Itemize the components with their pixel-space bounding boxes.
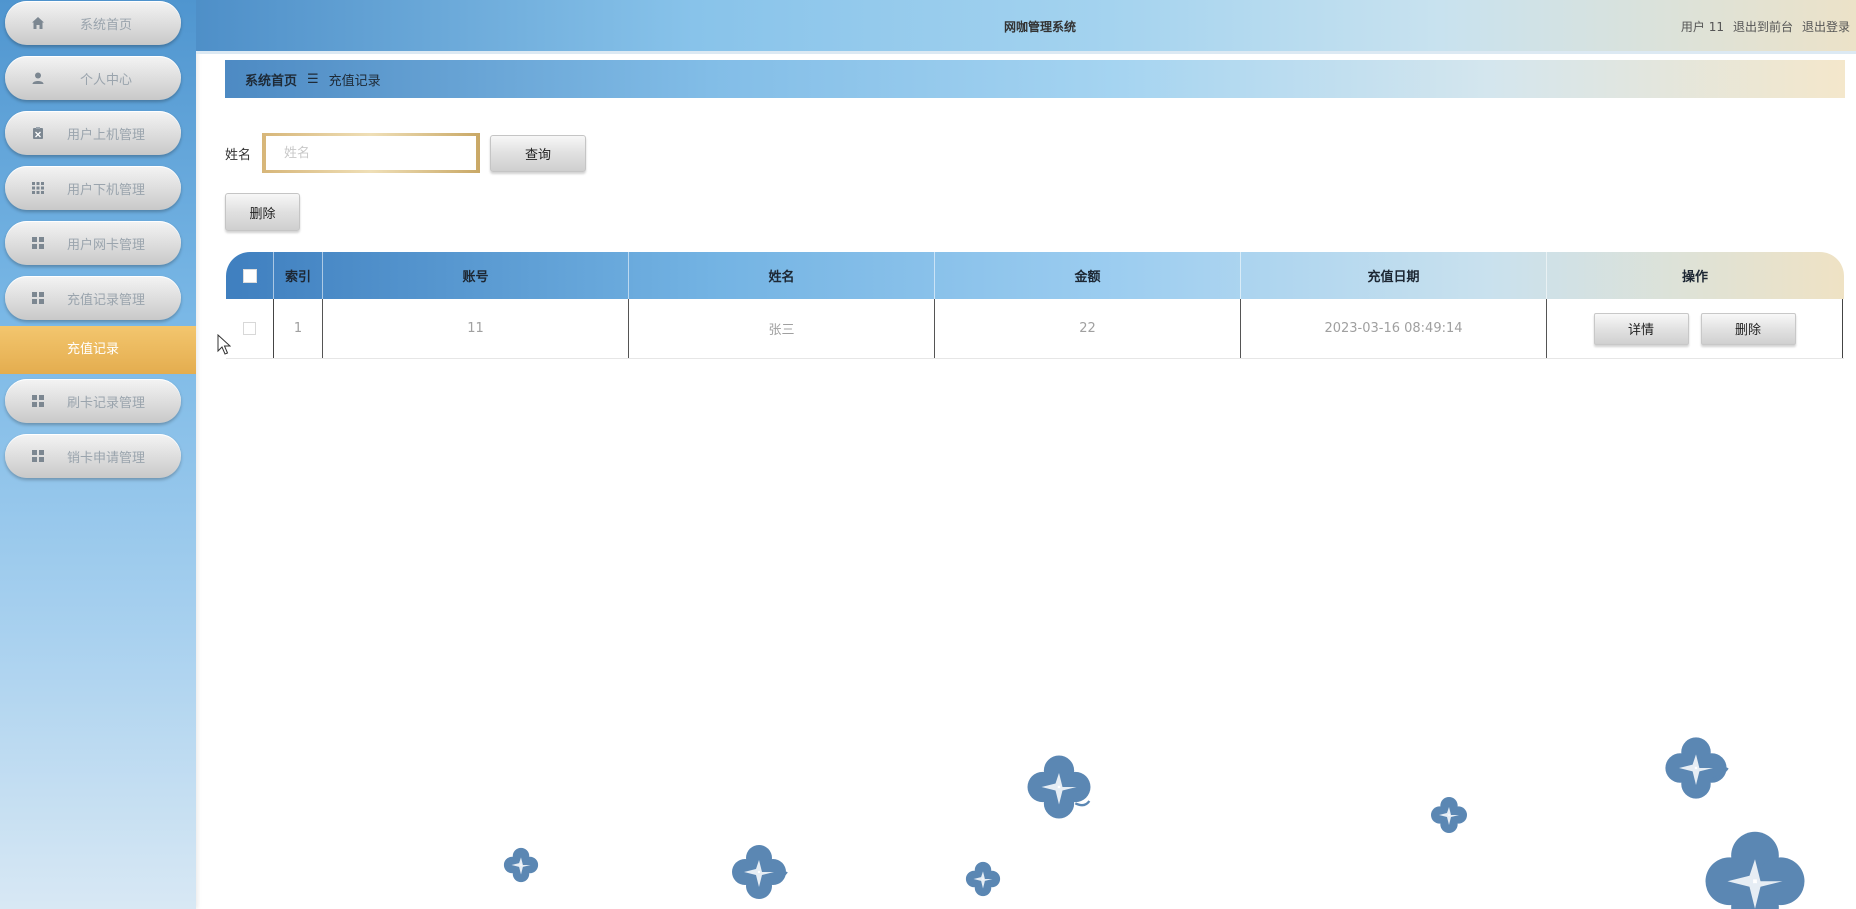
sidebar-item-label: 用户下机管理 bbox=[66, 182, 145, 198]
clover-decoration-icon bbox=[1027, 755, 1091, 819]
grid-icon bbox=[27, 177, 49, 199]
sidebar: 系统首页 个人中心 用户上机管理 用户下机管理 用户网卡管理 充值记录管理 充值… bbox=[0, 0, 196, 909]
apps-icon bbox=[27, 390, 49, 412]
apps-icon bbox=[27, 287, 49, 309]
select-all-cell bbox=[226, 252, 274, 299]
cell-amount: 22 bbox=[935, 299, 1241, 358]
clover-decoration-icon bbox=[1665, 737, 1729, 799]
clover-decoration-icon bbox=[965, 861, 1001, 897]
row-delete-button[interactable]: 删除 bbox=[1700, 312, 1796, 345]
logout-link[interactable]: 退出登录 bbox=[1802, 18, 1850, 35]
sidebar-item-home[interactable]: 系统首页 bbox=[5, 1, 181, 45]
breadcrumb: 系统首页 ☰ 充值记录 bbox=[225, 60, 1845, 98]
sidebar-item-label: 销卡申请管理 bbox=[66, 450, 145, 466]
table-header: 索引 账号 姓名 金额 充值日期 操作 bbox=[226, 252, 1844, 299]
column-header-date: 充值日期 bbox=[1241, 252, 1547, 299]
sidebar-item-login-mgmt[interactable]: 用户上机管理 bbox=[5, 111, 181, 155]
sidebar-item-label: 充值记录管理 bbox=[66, 292, 145, 308]
sidebar-item-cancel-card-mgmt[interactable]: 销卡申请管理 bbox=[5, 434, 181, 478]
clover-decoration-icon bbox=[503, 847, 539, 883]
table-row: 1 11 张三 22 2023-03-16 08:49:14 详情 删除 bbox=[226, 299, 1844, 359]
row-select-cell bbox=[226, 299, 274, 358]
back-to-front-link[interactable]: 退出到前台 bbox=[1733, 18, 1793, 35]
top-header: 网咖管理系统 用户 11 退出到前台 退出登录 bbox=[196, 0, 1856, 54]
sidebar-item-recharge-mgmt[interactable]: 充值记录管理 bbox=[5, 276, 181, 320]
sidebar-item-label: 用户上机管理 bbox=[66, 127, 145, 143]
breadcrumb-current: 充值记录 bbox=[328, 73, 381, 89]
batch-delete-button[interactable]: 删除 bbox=[225, 193, 300, 231]
column-header-amount: 金额 bbox=[935, 252, 1241, 299]
records-table: 索引 账号 姓名 金额 充值日期 操作 1 11 张三 22 2023-03-1… bbox=[226, 252, 1844, 359]
apps-icon bbox=[27, 445, 49, 467]
sidebar-item-label: 个人中心 bbox=[79, 72, 132, 88]
sidebar-item-profile[interactable]: 个人中心 bbox=[5, 56, 181, 100]
select-all-checkbox[interactable] bbox=[242, 268, 257, 283]
user-icon bbox=[27, 67, 49, 89]
column-header-account: 账号 bbox=[323, 252, 629, 299]
clover-decoration-icon bbox=[732, 845, 788, 899]
column-header-index: 索引 bbox=[274, 252, 323, 299]
top-links: 用户 11 退出到前台 退出登录 bbox=[1681, 18, 1850, 35]
clipboard-icon bbox=[27, 122, 49, 144]
breadcrumb-home[interactable]: 系统首页 bbox=[245, 70, 297, 89]
breadcrumb-separator: ☰ bbox=[307, 71, 319, 87]
query-button[interactable]: 查询 bbox=[490, 135, 586, 172]
clover-decoration-icon bbox=[1431, 797, 1467, 833]
sidebar-item-label: 系统首页 bbox=[79, 17, 132, 33]
sidebar-item-swipe-mgmt[interactable]: 刷卡记录管理 bbox=[5, 379, 181, 423]
sidebar-item-label: 刷卡记录管理 bbox=[66, 395, 145, 411]
app-title: 网咖管理系统 bbox=[1003, 20, 1076, 34]
sidebar-item-netcard-mgmt[interactable]: 用户网卡管理 bbox=[5, 221, 181, 265]
sidebar-subitem-recharge-records[interactable]: 充值记录 bbox=[0, 326, 196, 374]
sidebar-item-logout-mgmt[interactable]: 用户下机管理 bbox=[5, 166, 181, 210]
column-header-name: 姓名 bbox=[629, 252, 935, 299]
search-name-label: 姓名 bbox=[225, 148, 252, 163]
column-header-actions: 操作 bbox=[1681, 270, 1708, 285]
sidebar-item-label: 用户网卡管理 bbox=[66, 237, 145, 253]
search-name-input[interactable] bbox=[266, 136, 476, 170]
search-input-frame bbox=[262, 133, 480, 173]
table-body: 1 11 张三 22 2023-03-16 08:49:14 详情 删除 bbox=[226, 299, 1844, 359]
row-checkbox[interactable] bbox=[243, 322, 256, 335]
cell-index: 1 bbox=[274, 299, 323, 358]
mouse-cursor-icon bbox=[217, 334, 231, 355]
clover-decoration-icon bbox=[1705, 831, 1805, 909]
apps-icon bbox=[27, 232, 49, 254]
cell-name: 张三 bbox=[629, 299, 935, 358]
cell-account: 11 bbox=[323, 299, 629, 358]
detail-button[interactable]: 详情 bbox=[1593, 312, 1689, 345]
current-user: 用户 11 bbox=[1680, 20, 1724, 34]
cell-date: 2023-03-16 08:49:14 bbox=[1241, 299, 1547, 358]
cell-actions: 详情 删除 bbox=[1547, 299, 1843, 358]
home-icon bbox=[27, 12, 49, 34]
